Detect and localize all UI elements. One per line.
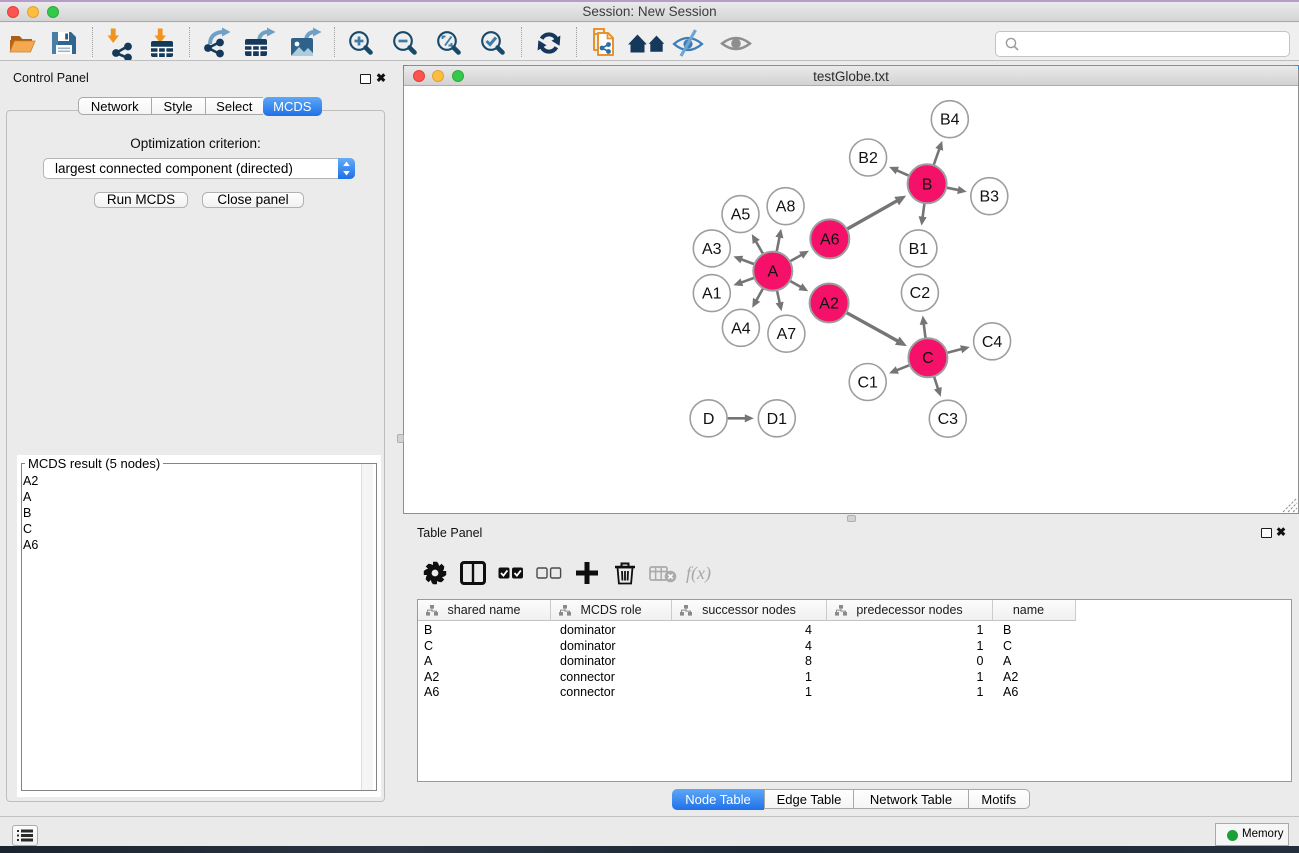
svg-text:A6: A6: [820, 231, 840, 248]
svg-text:C: C: [922, 350, 934, 367]
svg-text:D: D: [703, 411, 715, 428]
svg-text:A5: A5: [731, 207, 751, 224]
svg-text:B4: B4: [940, 112, 960, 129]
svg-text:A1: A1: [702, 286, 722, 303]
svg-text:C2: C2: [910, 285, 931, 302]
svg-text:B2: B2: [858, 150, 878, 167]
svg-text:A4: A4: [731, 320, 751, 337]
svg-text:C1: C1: [857, 375, 878, 392]
svg-text:C3: C3: [938, 411, 959, 428]
svg-text:B1: B1: [909, 241, 929, 258]
svg-text:A2: A2: [819, 296, 839, 313]
svg-text:A3: A3: [702, 241, 722, 258]
svg-text:B: B: [922, 176, 933, 193]
svg-text:C4: C4: [982, 334, 1003, 351]
svg-text:B3: B3: [980, 189, 1000, 206]
svg-text:A: A: [767, 264, 778, 281]
svg-text:A7: A7: [777, 326, 797, 343]
svg-text:A8: A8: [776, 199, 796, 216]
svg-text:D1: D1: [767, 411, 788, 428]
